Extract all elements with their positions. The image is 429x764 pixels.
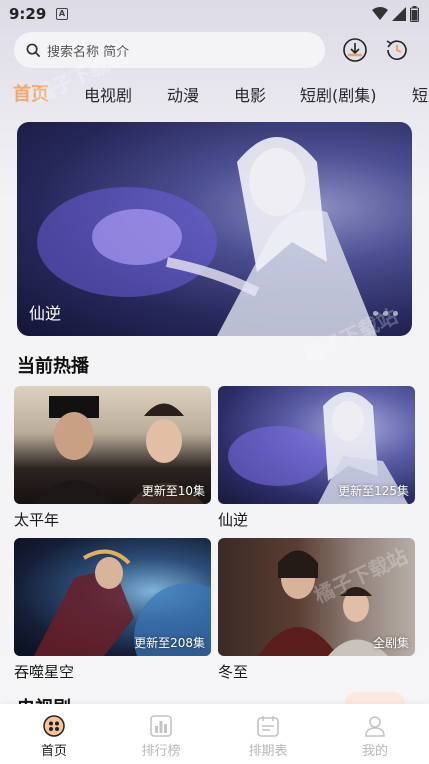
tab-home[interactable]: 首页: [13, 80, 49, 106]
category-tabs: 首页 电视剧 动漫 电影 短剧(剧集) 短: [0, 78, 429, 108]
episode-badge: 更新至125集: [338, 484, 409, 498]
nav-label: 我的: [361, 744, 388, 759]
status-icons: [372, 6, 419, 22]
show-poster: 更新至208集: [14, 538, 211, 656]
hero-banner[interactable]: 仙逆: [17, 122, 412, 336]
notification-icon: A: [56, 8, 68, 20]
show-title: 仙逆: [218, 511, 249, 529]
history-icon[interactable]: [383, 36, 411, 64]
status-time: 9:29: [9, 5, 47, 23]
episode-badge: 更新至208集: [134, 636, 205, 650]
battery-icon: [410, 6, 419, 22]
schedule-icon: [257, 716, 279, 737]
banner-dot: [393, 311, 398, 316]
tab-short-drama[interactable]: 短剧(剧集): [300, 82, 377, 106]
nav-label: 首页: [40, 744, 67, 759]
nav-label: 排期表: [248, 744, 288, 759]
show-poster: 更新至10集: [14, 386, 211, 504]
show-title: 吞噬星空: [14, 663, 75, 681]
tab-anime[interactable]: 动漫: [167, 82, 199, 106]
banner-dot: [373, 311, 378, 316]
wifi-icon: [372, 7, 388, 20]
show-card[interactable]: 更新至125集 仙逆: [218, 386, 415, 530]
nav-profile[interactable]: 我的: [340, 714, 410, 759]
nav-home[interactable]: 首页: [19, 714, 89, 759]
show-title: 冬至: [218, 663, 249, 681]
show-title: 太平年: [14, 511, 60, 529]
tab-short[interactable]: 短: [412, 82, 428, 106]
home-icon: [43, 715, 65, 737]
ranking-icon: [150, 715, 172, 737]
nav-label: 排行榜: [141, 744, 181, 759]
banner-pagination: [373, 311, 398, 316]
banner-dot: [383, 311, 388, 316]
bottom-nav: 首页 排行榜 排期表 我的: [0, 704, 429, 764]
banner-caption: 仙逆: [29, 304, 62, 323]
download-icon[interactable]: [341, 36, 369, 64]
section-title-hot: 当前热播: [17, 356, 89, 377]
show-poster: 全剧集: [218, 538, 415, 656]
search-icon: [26, 43, 41, 57]
search-placeholder: 搜索名称 简介: [47, 44, 130, 60]
nav-ranking[interactable]: 排行榜: [126, 714, 196, 759]
show-card[interactable]: 全剧集 冬至: [218, 538, 415, 682]
profile-icon: [365, 716, 385, 737]
episode-badge: 更新至10集: [141, 484, 205, 498]
search-input[interactable]: 搜索名称 简介: [14, 32, 325, 68]
tab-tv-series[interactable]: 电视剧: [84, 82, 132, 106]
show-card[interactable]: 更新至10集 太平年: [14, 386, 211, 530]
show-card[interactable]: 更新至208集 吞噬星空: [14, 538, 211, 682]
signal-icon: [392, 7, 406, 21]
show-poster: 更新至125集: [218, 386, 415, 504]
nav-schedule[interactable]: 排期表: [233, 714, 303, 759]
episode-badge: 全剧集: [372, 636, 409, 650]
banner-artwork: [37, 137, 377, 336]
tab-movie[interactable]: 电影: [234, 82, 266, 106]
status-bar: 9:29 A: [0, 0, 429, 30]
